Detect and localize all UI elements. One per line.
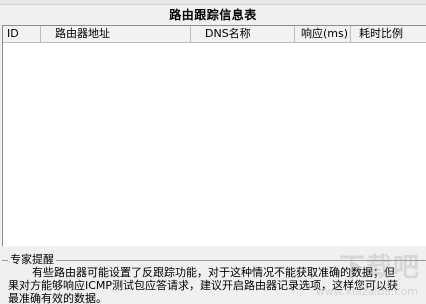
route-trace-table-title: 路由跟踪信息表 <box>169 8 257 22</box>
table-header: ID 路由器地址 DNS名称 响应(ms) 耗时比例 <box>3 26 426 43</box>
expert-tip-panel: 专家提醒 有些路由器可能设置了反跟踪功能，对于这种情况不能获取准确的数据；但 果… <box>0 253 426 304</box>
window-top-strip <box>0 0 426 5</box>
watermark-logo: 下载吧 <box>338 253 420 283</box>
column-header-response-ms[interactable]: 响应(ms) <box>295 26 351 42</box>
column-header-time-ratio[interactable]: 耗时比例 <box>351 26 426 42</box>
route-trace-table[interactable]: ID 路由器地址 DNS名称 响应(ms) 耗时比例 <box>2 25 426 246</box>
route-trace-window: 路由跟踪信息表 ID 路由器地址 DNS名称 响应(ms) 耗时比例 专家提醒 … <box>0 0 426 304</box>
expert-tip-title: 专家提醒 <box>8 253 56 266</box>
watermark-url: www.xiazaiba.com <box>315 285 418 298</box>
column-header-router-address[interactable]: 路由器地址 <box>41 26 191 42</box>
column-header-id[interactable]: ID <box>3 26 41 42</box>
column-header-dns-name[interactable]: DNS名称 <box>191 26 295 42</box>
